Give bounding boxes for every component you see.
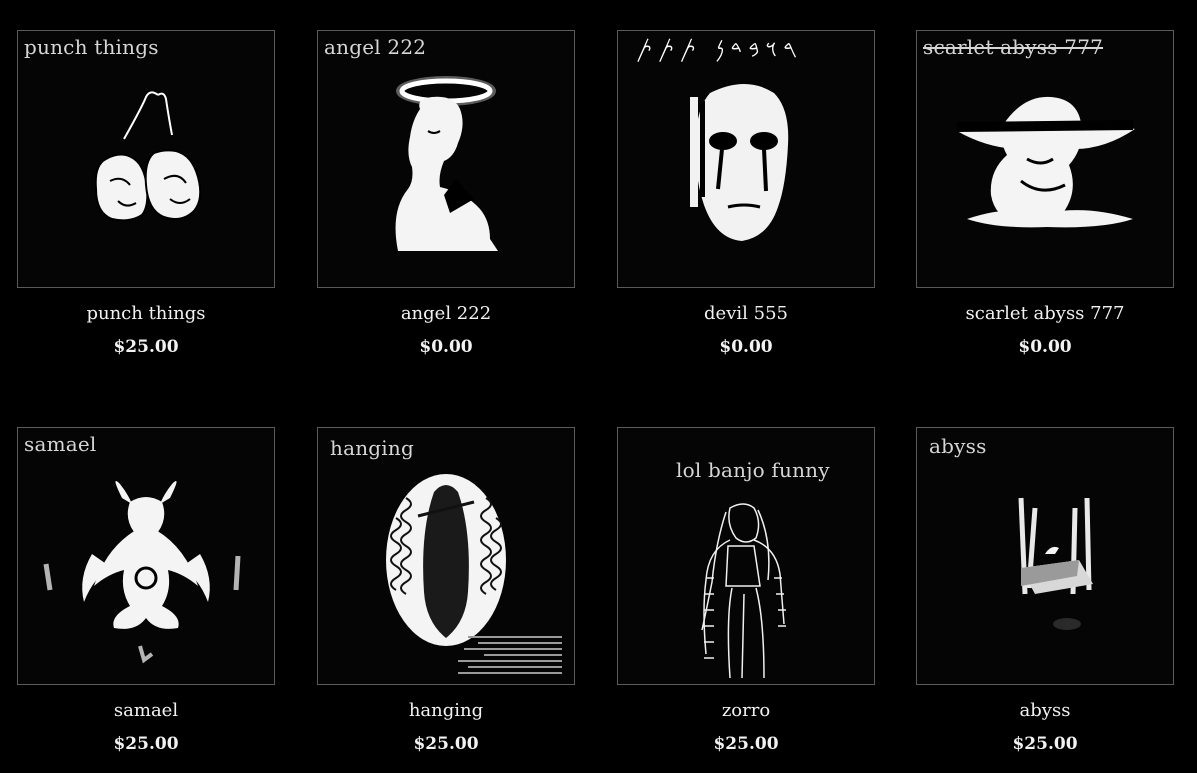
product-title[interactable]: zorro bbox=[617, 700, 875, 721]
artwork-caption: scarlet abyss 777 bbox=[923, 35, 1104, 59]
product-artwork[interactable]: lol banjo funny bbox=[617, 427, 875, 685]
baphomet-icon bbox=[43, 481, 241, 664]
boxing-gloves-icon bbox=[94, 91, 202, 222]
product-title[interactable]: abyss bbox=[916, 700, 1174, 721]
artwork-caption: angel 222 bbox=[324, 35, 427, 59]
cherub-icon bbox=[956, 96, 1135, 228]
artwork-caption: abyss bbox=[929, 434, 987, 458]
artwork-caption: lol banjo funny bbox=[676, 458, 830, 482]
product-artwork[interactable]: samael bbox=[17, 427, 275, 685]
product-grid: punch things punch things $25.00 angel 2… bbox=[0, 0, 1197, 773]
product-title[interactable]: hanging bbox=[317, 700, 575, 721]
virgin-oval-icon bbox=[386, 474, 562, 674]
artwork-caption: hanging bbox=[330, 436, 414, 460]
product-price: $25.00 bbox=[713, 734, 779, 754]
product-title[interactable]: punch things bbox=[17, 303, 275, 324]
product-price: $0.00 bbox=[1018, 337, 1072, 357]
product-title[interactable]: scarlet abyss 777 bbox=[916, 303, 1174, 324]
product-artwork[interactable]: angel 222 bbox=[317, 30, 575, 288]
product-artwork[interactable]: punch things bbox=[17, 30, 275, 288]
product-price: $0.00 bbox=[719, 337, 773, 357]
product-price: $25.00 bbox=[1012, 734, 1078, 754]
product-price: $25.00 bbox=[113, 337, 179, 357]
artwork-caption: punch things bbox=[24, 35, 159, 59]
artwork-caption: 𐤓𐤅𐤁𐤃𐤍 𐤕𐤕𐤕 bbox=[636, 35, 804, 63]
floating-chair-icon bbox=[1018, 497, 1093, 630]
artwork-caption: samael bbox=[24, 432, 97, 456]
product-title[interactable]: devil 555 bbox=[617, 303, 875, 324]
product-artwork[interactable]: scarlet abyss 777 bbox=[916, 30, 1174, 288]
product-artwork[interactable]: abyss bbox=[916, 427, 1174, 685]
product-title[interactable]: angel 222 bbox=[317, 303, 575, 324]
product-price: $0.00 bbox=[419, 337, 473, 357]
product-artwork[interactable]: 𐤓𐤅𐤁𐤃𐤍 𐤕𐤕𐤕 bbox=[617, 30, 875, 288]
white-mask-icon bbox=[690, 84, 789, 241]
product-price: $25.00 bbox=[113, 734, 179, 754]
product-artwork[interactable]: hanging bbox=[317, 427, 575, 685]
product-price: $25.00 bbox=[413, 734, 479, 754]
halo-statue-icon bbox=[395, 76, 498, 251]
product-title[interactable]: samael bbox=[17, 700, 275, 721]
